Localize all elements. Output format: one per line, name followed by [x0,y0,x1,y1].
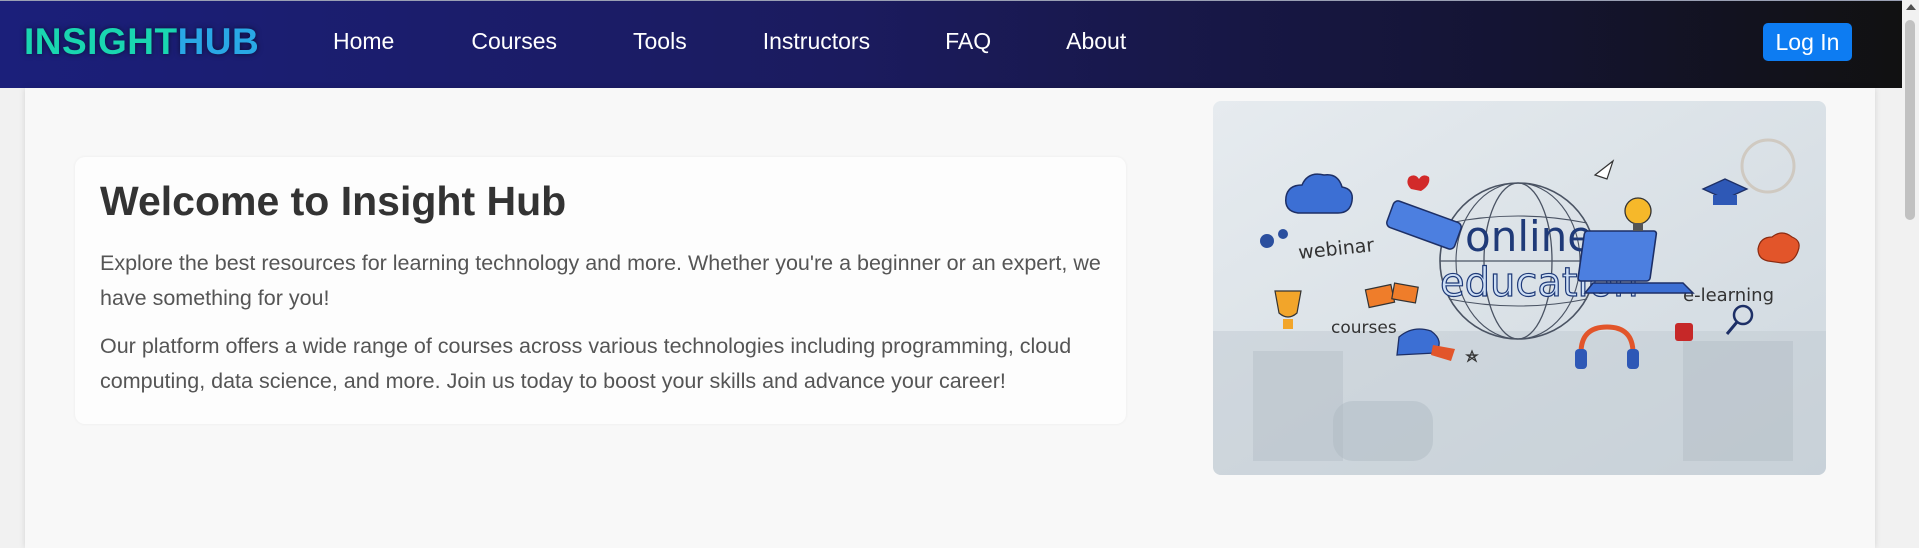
nav-link-home[interactable]: Home [333,28,394,55]
nav-link-instructors[interactable]: Instructors [763,28,870,55]
nav-link-tools[interactable]: Tools [633,28,687,55]
logo-part-insight: INSIGHT [24,21,178,62]
site-logo[interactable]: INSIGHTHUB [24,21,259,63]
intro-paragraph: Explore the best resources for learning … [100,251,1101,310]
image-word-elearning: e-learning [1683,285,1774,306]
online-education-image: online education webinar courses e-learn… [1213,101,1826,475]
nav-link-courses[interactable]: Courses [471,28,557,55]
logo-part-hub: HUB [177,21,260,62]
image-word-courses: courses [1331,318,1397,338]
nav-link-faq[interactable]: FAQ [945,28,991,55]
nav-links: Home Courses Tools Instructors FAQ About [333,28,1126,55]
image-word-online: online [1465,212,1593,261]
top-navbar: INSIGHTHUB Home Courses Tools Instructor… [0,0,1902,88]
page-scrollbar[interactable] [1902,0,1919,529]
login-button[interactable]: Log In [1763,23,1852,61]
platform-paragraph: Our platform offers a wide range of cour… [100,334,1072,393]
mug-icon [1675,323,1693,341]
page-title: Welcome to Insight Hub [100,178,567,224]
scroll-up-arrow-icon[interactable] [1906,4,1916,10]
nav-link-about[interactable]: About [1066,28,1126,55]
scroll-thumb[interactable] [1905,20,1915,220]
